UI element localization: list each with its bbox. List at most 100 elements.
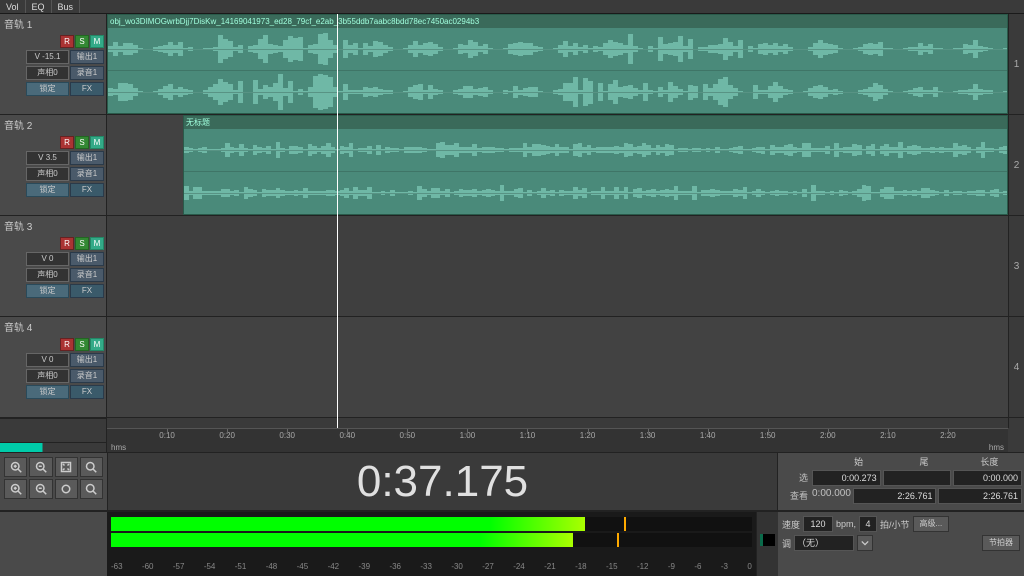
meter-db-label: -33 <box>420 562 432 574</box>
output-button[interactable]: 输出1 <box>70 151 104 165</box>
zoom-all-icon[interactable] <box>55 479 78 499</box>
pan-display[interactable]: 声相0 <box>26 369 69 383</box>
zoom-in-v-icon[interactable] <box>4 479 27 499</box>
bottom-panel: 0:37.175 始 尾 长度 选 0:00.273 0:00.000 查看 0… <box>0 452 1024 576</box>
sel-end[interactable] <box>883 470 952 486</box>
lock-button[interactable]: 锁定 <box>26 82 69 96</box>
volume-display[interactable]: V 0 <box>26 252 69 266</box>
sel-label: 选 <box>780 470 810 486</box>
waveform <box>184 129 1007 214</box>
mute-button[interactable]: M <box>90 237 104 250</box>
record-arm-button[interactable]: R <box>60 237 74 250</box>
zoom-sel-icon[interactable] <box>80 457 103 477</box>
meter-peak-icon <box>624 517 626 531</box>
view-length[interactable]: 2:26.761 <box>938 488 1022 504</box>
solo-button[interactable]: S <box>75 35 89 48</box>
meter-db-label: 0 <box>747 562 751 574</box>
read-button[interactable]: 录音1 <box>70 268 104 282</box>
read-button[interactable]: 录音1 <box>70 167 104 181</box>
track-lane-2[interactable]: 无标题 <box>107 115 1008 216</box>
pan-display[interactable]: 声相0 <box>26 66 69 80</box>
metronome-button[interactable]: 节拍器 <box>982 535 1020 551</box>
track-panel-1[interactable]: 音轨 1 R S M V -15.1 输出1 声相0 录音1 锁定 FX <box>0 14 106 115</box>
fx-button[interactable]: FX <box>70 183 104 197</box>
chevron-down-icon[interactable] <box>857 535 873 551</box>
header-begin: 始 <box>826 455 891 468</box>
tab-vol[interactable]: Vol <box>0 0 26 13</box>
meter-indicator <box>756 512 778 576</box>
time-display[interactable]: 0:37.175 <box>107 453 778 510</box>
zoom-in-h-icon[interactable] <box>4 457 27 477</box>
track-panel-2[interactable]: 音轨 2 R S M V 3.5 输出1 声相0 录音1 锁定 FX <box>0 115 106 216</box>
volume-display[interactable]: V 0 <box>26 353 69 367</box>
mute-button[interactable]: M <box>90 338 104 351</box>
lock-button[interactable]: 锁定 <box>26 385 69 399</box>
pan-display[interactable]: 声相0 <box>26 167 69 181</box>
sel-begin[interactable]: 0:00.273 <box>812 470 881 486</box>
output-button[interactable]: 输出1 <box>70 50 104 64</box>
track-panel-4[interactable]: 音轨 4 R S M V 0 输出1 声相0 录音1 锁定 FX <box>0 317 106 418</box>
header-length: 长度 <box>957 455 1022 468</box>
volume-display[interactable]: V 3.5 <box>26 151 69 165</box>
lock-button[interactable]: 锁定 <box>26 284 69 298</box>
track-number: 1 <box>1009 14 1024 115</box>
volume-display[interactable]: V -15.1 <box>26 50 69 64</box>
beats-input[interactable] <box>859 516 877 532</box>
solo-button[interactable]: S <box>75 338 89 351</box>
meter-db-label: -3 <box>721 562 728 574</box>
track-lane-3[interactable] <box>107 216 1008 317</box>
meter-db-label: -57 <box>173 562 185 574</box>
header-end: 尾 <box>891 455 956 468</box>
fx-button[interactable]: FX <box>70 385 104 399</box>
meter-left-pad <box>0 512 107 576</box>
mute-button[interactable]: M <box>90 35 104 48</box>
sel-length[interactable]: 0:00.000 <box>953 470 1022 486</box>
tempo-input[interactable] <box>803 516 833 532</box>
sidebar-level-bar <box>0 442 106 452</box>
track-sidebar: 音轨 1 R S M V -15.1 输出1 声相0 录音1 锁定 FX 音轨 … <box>0 14 107 452</box>
meter-db-label: -30 <box>451 562 463 574</box>
tab-bus[interactable]: Bus <box>52 0 81 13</box>
zoom-reset-icon[interactable] <box>80 479 103 499</box>
pan-display[interactable]: 声相0 <box>26 268 69 282</box>
key-select[interactable]: （无） <box>794 535 854 551</box>
level-meter[interactable]: -63-60-57-54-51-48-45-42-39-36-33-30-27-… <box>107 512 756 576</box>
read-button[interactable]: 录音1 <box>70 369 104 383</box>
zoom-out-h-icon[interactable] <box>29 457 52 477</box>
output-button[interactable]: 输出1 <box>70 252 104 266</box>
solo-button[interactable]: S <box>75 136 89 149</box>
track-panel-3[interactable]: 音轨 3 R S M V 0 输出1 声相0 录音1 锁定 FX <box>0 216 106 317</box>
tab-eq[interactable]: EQ <box>26 0 52 13</box>
record-arm-button[interactable]: R <box>60 338 74 351</box>
meter-row: -63-60-57-54-51-48-45-42-39-36-33-30-27-… <box>0 511 1024 576</box>
read-button[interactable]: 录音1 <box>70 66 104 80</box>
lock-button[interactable]: 锁定 <box>26 183 69 197</box>
playhead[interactable] <box>337 14 338 428</box>
meter-bar-right <box>111 533 752 547</box>
time-ruler[interactable]: hms 0:100:200:300:400:501:001:101:201:30… <box>107 428 1008 452</box>
meter-db-label: -45 <box>297 562 309 574</box>
meter-db-label: -51 <box>235 562 247 574</box>
record-arm-button[interactable]: R <box>60 35 74 48</box>
advanced-button[interactable]: 高级... <box>913 516 950 532</box>
track-lane-4[interactable] <box>107 317 1008 418</box>
zoom-out-v-icon[interactable] <box>29 479 52 499</box>
tempo-panel: 速度 bpm, 拍/小节 高级... 调 （无） 节拍器 <box>778 512 1024 576</box>
view-end[interactable]: 2:26.761 <box>853 488 937 504</box>
meter-db-label: -18 <box>575 562 587 574</box>
fx-button[interactable]: FX <box>70 82 104 96</box>
record-arm-button[interactable]: R <box>60 136 74 149</box>
ruler-unit-right: hms <box>987 443 1006 452</box>
audio-clip-2[interactable]: 无标题 <box>183 115 1008 215</box>
mute-button[interactable]: M <box>90 136 104 149</box>
timeline-area[interactable]: obj_wo3DIMOGwrbDjj7DisKw_14169041973_ed2… <box>107 14 1024 452</box>
meter-db-label: -36 <box>389 562 401 574</box>
meter-mini-fill <box>760 534 763 546</box>
fx-button[interactable]: FX <box>70 284 104 298</box>
solo-button[interactable]: S <box>75 237 89 250</box>
zoom-fit-icon[interactable] <box>55 457 78 477</box>
output-button[interactable]: 输出1 <box>70 353 104 367</box>
track-lane-1[interactable]: obj_wo3DIMOGwrbDjj7DisKw_14169041973_ed2… <box>107 14 1008 115</box>
selection-info-panel: 始 尾 长度 选 0:00.273 0:00.000 查看 0:00.000 2… <box>778 453 1024 510</box>
audio-clip-1[interactable]: obj_wo3DIMOGwrbDjj7DisKw_14169041973_ed2… <box>107 14 1008 114</box>
